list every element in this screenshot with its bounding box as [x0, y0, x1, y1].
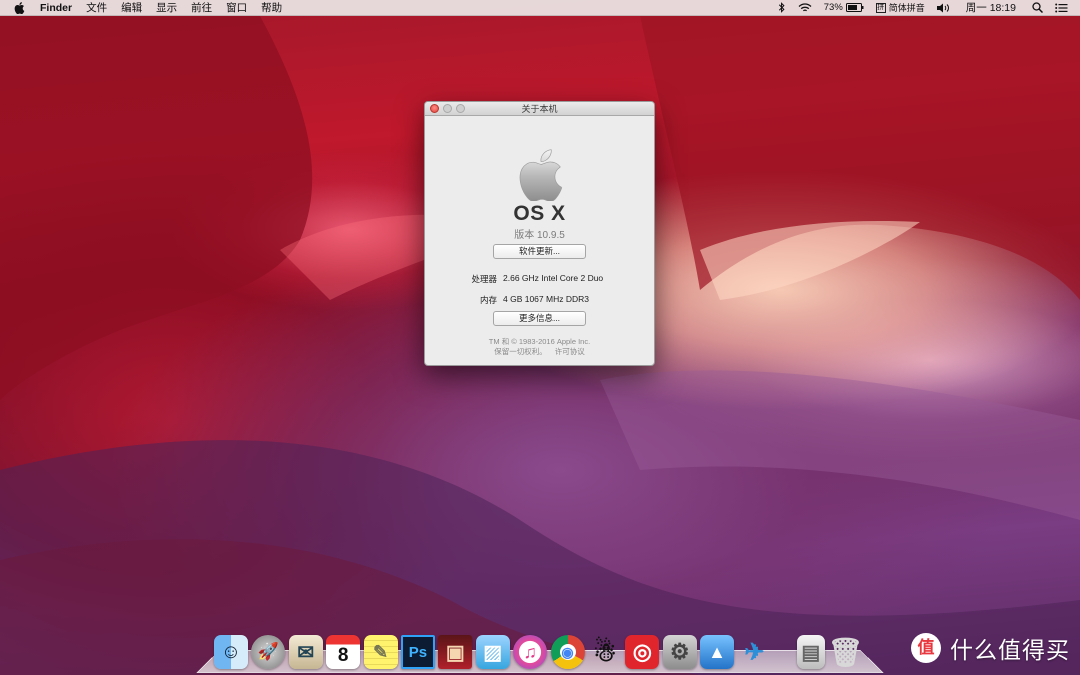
menubar-clock[interactable]: 周一 18:19 — [956, 0, 1026, 16]
menu-view[interactable]: 显示 — [149, 0, 184, 16]
watermark-logo-glyph: 值 — [917, 638, 935, 658]
qq-icon[interactable]: ☃ — [588, 635, 622, 669]
menu-window[interactable]: 窗口 — [219, 0, 254, 16]
bird-app-icon[interactable]: ✈ — [737, 635, 771, 669]
about-this-mac-window: 关于本机 OS X 版本 10.9.5 软件更新... 处理器 2.66 GHz… — [424, 101, 655, 366]
minimize-button[interactable] — [443, 104, 452, 113]
input-method-label: 简体拼音 — [888, 2, 925, 13]
rights-text: 保留一切权利。 — [494, 347, 547, 356]
calendar-icon[interactable]: 8 — [326, 635, 361, 669]
close-button[interactable] — [430, 104, 439, 113]
input-method-menu[interactable]: 拼 简体拼音 — [870, 0, 931, 16]
notification-center-icon[interactable] — [1049, 3, 1080, 13]
battery-status[interactable]: 73% — [818, 0, 870, 16]
itunes-icon[interactable]: ♫ — [513, 635, 548, 669]
zoom-button[interactable] — [456, 104, 465, 113]
input-method-icon: 拼 — [875, 2, 886, 13]
processor-value: 2.66 GHz Intel Core 2 Duo — [503, 273, 604, 283]
memory-label: 内存 — [479, 295, 497, 305]
menu-help[interactable]: 帮助 — [254, 0, 289, 16]
legal-text: TM 和 © 1983-2016 Apple Inc. 保留一切权利。 许可协议 — [425, 337, 654, 357]
window-titlebar[interactable]: 关于本机 — [425, 102, 654, 116]
menu-app-finder[interactable]: Finder — [33, 0, 79, 16]
apple-logo-icon — [519, 149, 563, 201]
menu-edit[interactable]: 编辑 — [114, 0, 149, 16]
os-name: OS X — [513, 202, 566, 225]
keynote-icon[interactable]: ▲ — [700, 635, 735, 669]
license-link[interactable]: 许可协议 — [555, 347, 585, 356]
software-update-button[interactable]: 软件更新... — [493, 244, 586, 259]
spotlight-icon[interactable] — [1026, 2, 1049, 13]
window-title: 关于本机 — [521, 104, 558, 114]
chrome-icon[interactable]: ◉ — [550, 635, 585, 669]
battery-icon — [845, 3, 864, 12]
processor-label: 处理器 — [471, 274, 497, 284]
apple-menu-icon[interactable] — [0, 1, 33, 14]
wifi-icon[interactable] — [792, 2, 818, 13]
photo-booth-icon[interactable]: ▣ — [438, 635, 473, 669]
os-version: 版本 10.9.5 — [514, 230, 565, 241]
copyright-text: TM 和 © 1983-2016 Apple Inc. — [488, 337, 591, 346]
netease-music-icon[interactable]: ◎ — [625, 635, 660, 669]
iphoto-icon[interactable]: ▨ — [475, 635, 510, 669]
menu-bar: Finder 文件 编辑 显示 前往 窗口 帮助 73% 拼 简体拼音 周一 1… — [0, 0, 1080, 16]
more-info-button[interactable]: 更多信息... — [493, 311, 586, 326]
menu-go[interactable]: 前往 — [184, 0, 219, 16]
volume-icon[interactable] — [931, 3, 956, 13]
watermark: 值 什么值得买 — [910, 632, 1070, 664]
watermark-text: 什么值得买 — [950, 638, 1070, 664]
system-preferences-icon[interactable]: ⚙ — [662, 635, 697, 669]
mail-icon[interactable]: ✉ — [288, 635, 323, 669]
notes-icon[interactable]: ✎ — [363, 635, 398, 669]
bluetooth-icon[interactable] — [772, 2, 792, 13]
menu-file[interactable]: 文件 — [79, 0, 114, 16]
finder-icon[interactable]: ☺ — [214, 635, 248, 669]
memory-value: 4 GB 1067 MHz DDR3 — [503, 294, 589, 304]
photoshop-icon[interactable]: Ps — [400, 635, 435, 669]
launchpad-icon[interactable]: 🚀 — [251, 635, 286, 669]
documents-stack-icon[interactable]: ▤ — [796, 635, 825, 669]
battery-percent: 73% — [823, 1, 843, 13]
trash-icon[interactable]: 🗑 — [827, 635, 863, 669]
dock: ☺ 🚀 ✉ 8 ✎ Ps ▣ ▨ ♫ ◉ ☃ ◎ ⚙ ▲ ✈ ▤ 🗑 — [214, 629, 866, 669]
